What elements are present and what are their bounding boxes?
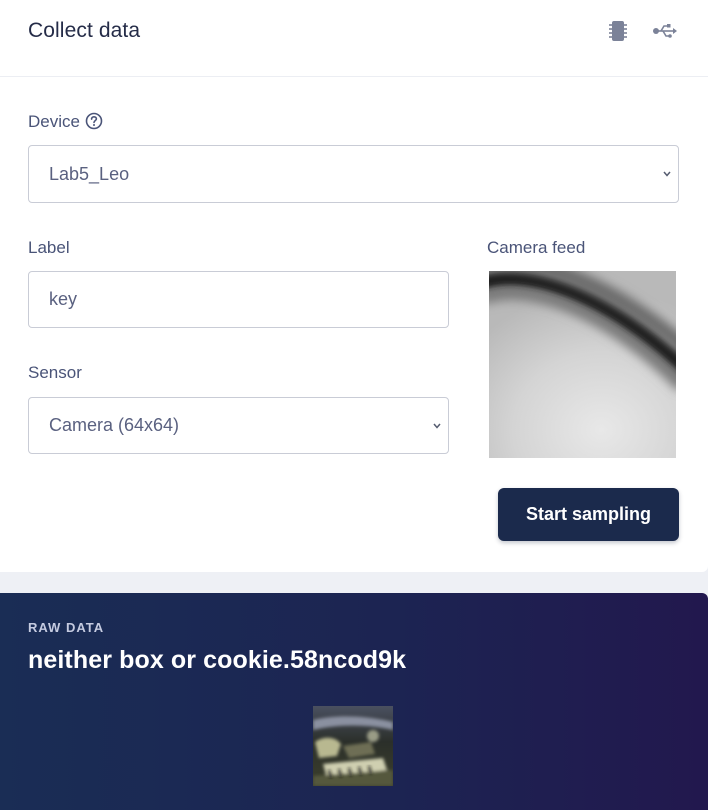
usb-icon[interactable]: [652, 20, 678, 42]
raw-data-image: [313, 706, 393, 786]
sensor-label: Sensor: [28, 363, 82, 382]
device-label: Device: [28, 112, 103, 132]
start-sampling-button[interactable]: Start sampling: [498, 488, 679, 541]
chevron-down-icon: [433, 423, 441, 429]
raw-data-panel: RAW DATA neither box or cookie.58ncod9k: [0, 593, 708, 810]
chip-icon[interactable]: [608, 20, 628, 42]
raw-data-caption: RAW DATA: [28, 620, 105, 635]
camera-feed-image: [489, 271, 676, 458]
sensor-select-value: Camera (64x64): [49, 415, 180, 435]
camera-feed-label: Camera feed: [487, 238, 586, 257]
device-select[interactable]: Lab5_Leo: [28, 145, 679, 203]
sensor-select[interactable]: Camera (64x64): [28, 397, 449, 454]
chevron-down-icon: [663, 171, 671, 177]
page-title: Collect data: [28, 19, 141, 42]
raw-data-title: neither box or cookie.58ncod9k: [28, 646, 407, 674]
label-input[interactable]: key: [28, 271, 449, 328]
device-select-value: Lab5_Leo: [49, 163, 130, 184]
question-circle-icon[interactable]: [85, 112, 103, 130]
label-field-label: Label: [28, 238, 70, 257]
collect-data-card: Collect data Device Lab5_Leo Label key S…: [0, 0, 708, 572]
card-header: Collect data: [0, 0, 708, 77]
label-input-value: key: [49, 289, 78, 309]
